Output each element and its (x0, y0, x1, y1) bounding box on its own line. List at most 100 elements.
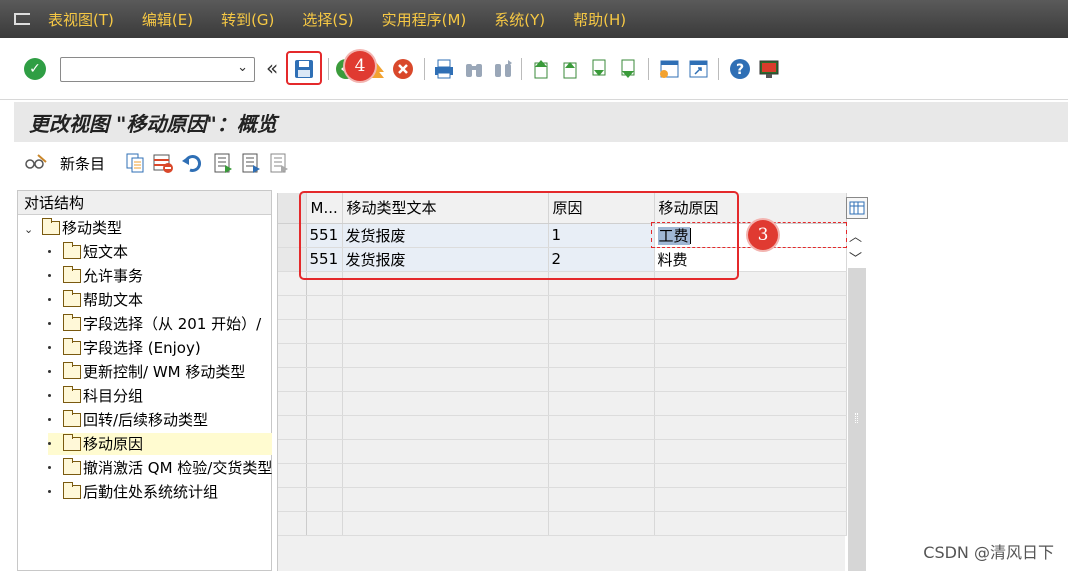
empty-cell (342, 415, 549, 440)
row-selector[interactable] (278, 391, 307, 416)
tree-node-reversal[interactable]: 回转/后续移动类型 (48, 409, 208, 431)
save-highlight (286, 51, 322, 85)
scroll-up-icon[interactable]: ︿ (849, 226, 862, 245)
column-settings-button[interactable] (846, 197, 868, 219)
empty-cell (654, 439, 847, 464)
collapse-icon[interactable]: « (266, 56, 278, 80)
find-button[interactable] (462, 57, 486, 81)
last-page-button[interactable] (617, 57, 641, 81)
tree-node-account-grouping[interactable]: 科目分组 (48, 385, 143, 407)
tree-node-update-control[interactable]: 更新控制/ WM 移动类型 (48, 361, 245, 383)
undo-button[interactable] (181, 151, 203, 175)
empty-cell (654, 463, 847, 488)
next-page-icon (592, 59, 606, 76)
page-title: 更改视图 "移动原因"：概览 (29, 112, 277, 136)
empty-row (278, 319, 847, 344)
row-selector[interactable] (278, 415, 307, 440)
new-entries-button[interactable]: 新条目 (60, 153, 105, 174)
row-selector[interactable] (278, 439, 307, 464)
menu-goto[interactable]: 转到(G) (221, 9, 274, 30)
bullet-icon (48, 322, 51, 325)
select-block-button[interactable] (240, 151, 262, 175)
delete-button[interactable] (152, 151, 174, 175)
menu-help[interactable]: 帮助(H) (573, 9, 626, 30)
menu-selection[interactable]: 选择(S) (302, 9, 353, 30)
empty-row (278, 415, 847, 440)
tree-node-allowed-transactions[interactable]: 允许事务 (48, 265, 143, 287)
empty-cell (306, 511, 343, 536)
empty-cell (548, 343, 655, 368)
toolbar-separator (424, 58, 425, 80)
enter-icon[interactable]: ✓ (24, 58, 46, 80)
row-selector[interactable] (278, 367, 307, 392)
command-input[interactable] (61, 58, 231, 81)
title-bar: 更改视图 "移动原因"：概览 (14, 102, 1068, 142)
create-session-button[interactable] (657, 57, 681, 81)
empty-row (278, 391, 847, 416)
row-selector[interactable] (278, 463, 307, 488)
tree-node-root[interactable]: ⌄ 移动类型 (24, 217, 122, 239)
empty-row (278, 295, 847, 320)
empty-cell (548, 487, 655, 512)
toolbar-separator (648, 58, 649, 80)
shortcut-button[interactable] (686, 57, 710, 81)
row-selector[interactable] (278, 511, 307, 536)
copy-as-button[interactable] (124, 151, 146, 175)
empty-cell (654, 511, 847, 536)
menu-edit[interactable]: 编辑(E) (142, 9, 193, 30)
folder-icon (42, 218, 60, 235)
tree-node-label: 科目分组 (83, 387, 144, 405)
row-selector[interactable] (278, 319, 307, 344)
display-change-button[interactable] (24, 151, 48, 175)
empty-cell (306, 463, 343, 488)
cancel-button[interactable] (391, 57, 415, 81)
folder-icon (63, 482, 81, 499)
row-selector[interactable] (278, 343, 307, 368)
empty-cell (306, 295, 343, 320)
bullet-icon (48, 250, 51, 253)
select-block-icon (242, 153, 260, 173)
layout-button[interactable] (757, 57, 781, 81)
empty-cell (548, 295, 655, 320)
deselect-all-button[interactable] (268, 151, 290, 175)
tree-node-reason-for-movement[interactable]: 移动原因 (48, 433, 272, 455)
select-all-button[interactable] (212, 151, 234, 175)
scrollbar-grip[interactable] (855, 413, 858, 423)
system-menu-icon[interactable] (8, 0, 36, 38)
empty-cell (654, 391, 847, 416)
row-selector[interactable] (278, 487, 307, 512)
chevron-down-icon[interactable]: ⌄ (24, 219, 36, 239)
tree-node-field-selection-enjoy[interactable]: 字段选择 (Enjoy) (48, 337, 201, 359)
help-button[interactable]: ? (728, 57, 752, 81)
tree-node-lis-statistics-group[interactable]: 后勤住处系统统计组 (48, 481, 218, 503)
previous-page-button[interactable] (559, 57, 583, 81)
first-page-button[interactable] (530, 57, 554, 81)
scroll-down-icon[interactable]: ﹀ (849, 248, 862, 267)
tree-node-help-texts[interactable]: 帮助文本 (48, 289, 143, 311)
bullet-icon (48, 394, 51, 397)
menu-utilities[interactable]: 实用程序(M) (382, 9, 467, 30)
menu-table-view[interactable]: 表视图(T) (48, 9, 114, 30)
empty-cell (306, 367, 343, 392)
svg-text:?: ? (736, 62, 744, 78)
tree-node-qm-deactivation[interactable]: 撤消激活 QM 检验/交货类型 (48, 457, 272, 479)
tree-node-short-text[interactable]: 短文本 (48, 241, 128, 263)
print-button[interactable] (432, 57, 456, 81)
folder-icon (63, 338, 81, 355)
next-page-button[interactable] (588, 57, 612, 81)
tree-node-field-selection-201[interactable]: 字段选择（从 201 开始）/ (48, 313, 272, 335)
empty-row (278, 463, 847, 488)
row-selector[interactable] (278, 295, 307, 320)
empty-row (278, 439, 847, 464)
tree-header: 对话结构 (18, 191, 271, 215)
empty-cell (548, 511, 655, 536)
toolbar-separator (521, 58, 522, 80)
folder-icon (63, 386, 81, 403)
folder-icon (63, 410, 81, 427)
toolbar-separator (718, 58, 719, 80)
find-next-button[interactable] (491, 57, 515, 81)
command-field[interactable]: ⌄ (60, 57, 255, 82)
menu-system[interactable]: 系统(Y) (494, 9, 545, 30)
chevron-down-icon[interactable]: ⌄ (237, 60, 248, 75)
copy-icon (126, 153, 144, 173)
